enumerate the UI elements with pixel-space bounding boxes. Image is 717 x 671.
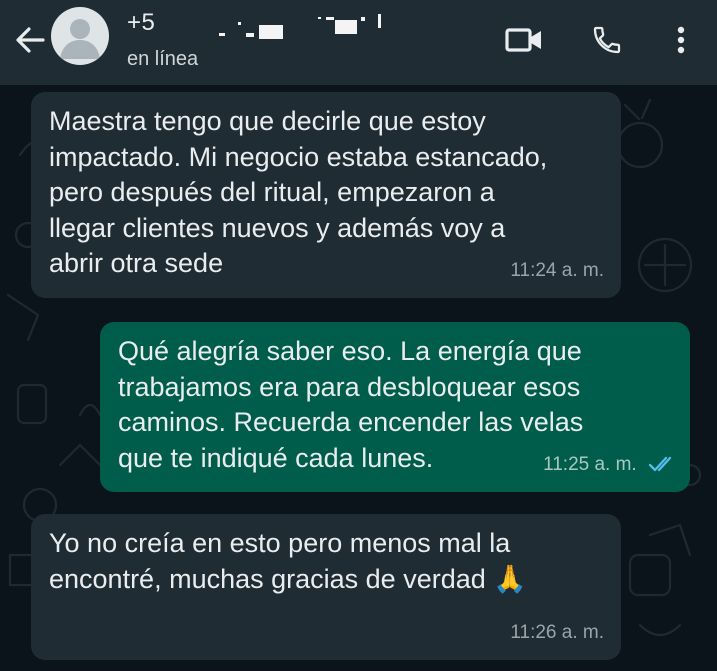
message-timestamp: 11:24 a. m. [510,259,604,281]
redaction-mark [238,22,241,25]
arrow-left-icon [16,27,45,53]
more-options-button[interactable] [666,18,696,62]
voice-call-button[interactable] [585,18,629,62]
incoming-message[interactable]: Maestra tengo que decirle que estoy impa… [31,92,621,298]
message-line: Maestra tengo que decirle que estoy [49,106,486,136]
redaction-mark [361,17,365,21]
message-line: abrir otra sede [49,248,224,278]
more-vertical-icon [677,26,685,54]
message-timestamp: 11:26 a. m. [510,621,604,643]
message-line: trabajamos era para desbloquear esos [118,371,581,402]
redaction-mark [259,25,283,39]
message-line: llegar clientes nuevos y además voy a [49,212,506,243]
phone-icon [593,26,621,54]
incoming-message[interactable]: Yo no creía en esto pero menos mal la en… [31,514,621,660]
video-camera-icon [505,28,541,52]
back-button[interactable] [10,20,50,60]
message-text: Yo no creía en esto pero menos mal la en… [49,526,527,597]
redaction-mark [318,17,321,19]
default-user-icon [60,19,100,59]
double-check-read-icon [648,457,672,472]
message-line: Yo no creía en esto pero menos mal la [49,528,511,558]
redaction-mark [219,33,225,36]
redaction-mark [378,14,381,28]
contact-name[interactable]: +5 [127,9,155,37]
message-line: impactado. Mi negocio estaba estancado, [49,141,548,172]
message-line: que te indiqué cada lunes. [118,442,434,473]
chat-header: +5 en línea [0,0,717,85]
redaction-mark [335,20,357,34]
message-time: 11:25 a. m. [543,453,637,475]
message-text: Qué alegría saber eso. La energía que tr… [118,334,583,476]
redaction-mark [246,33,254,37]
message-line: Qué alegría saber eso. La energía que [118,336,582,366]
outgoing-message[interactable]: Qué alegría saber eso. La energía que tr… [100,322,690,492]
video-call-button[interactable] [502,18,546,62]
message-timestamp: 11:25 a. m. [543,447,676,483]
redaction-mark [326,17,334,20]
contact-status: en línea [127,48,199,70]
message-text: Maestra tengo que decirle que estoy impa… [49,104,547,282]
message-line: encontré, muchas gracias de verdad 🙏 [49,563,527,594]
message-line: caminos. Recuerda encender las velas [118,407,584,437]
message-line: pero después del ritual, empezaron a [49,177,495,207]
avatar[interactable] [51,7,109,65]
